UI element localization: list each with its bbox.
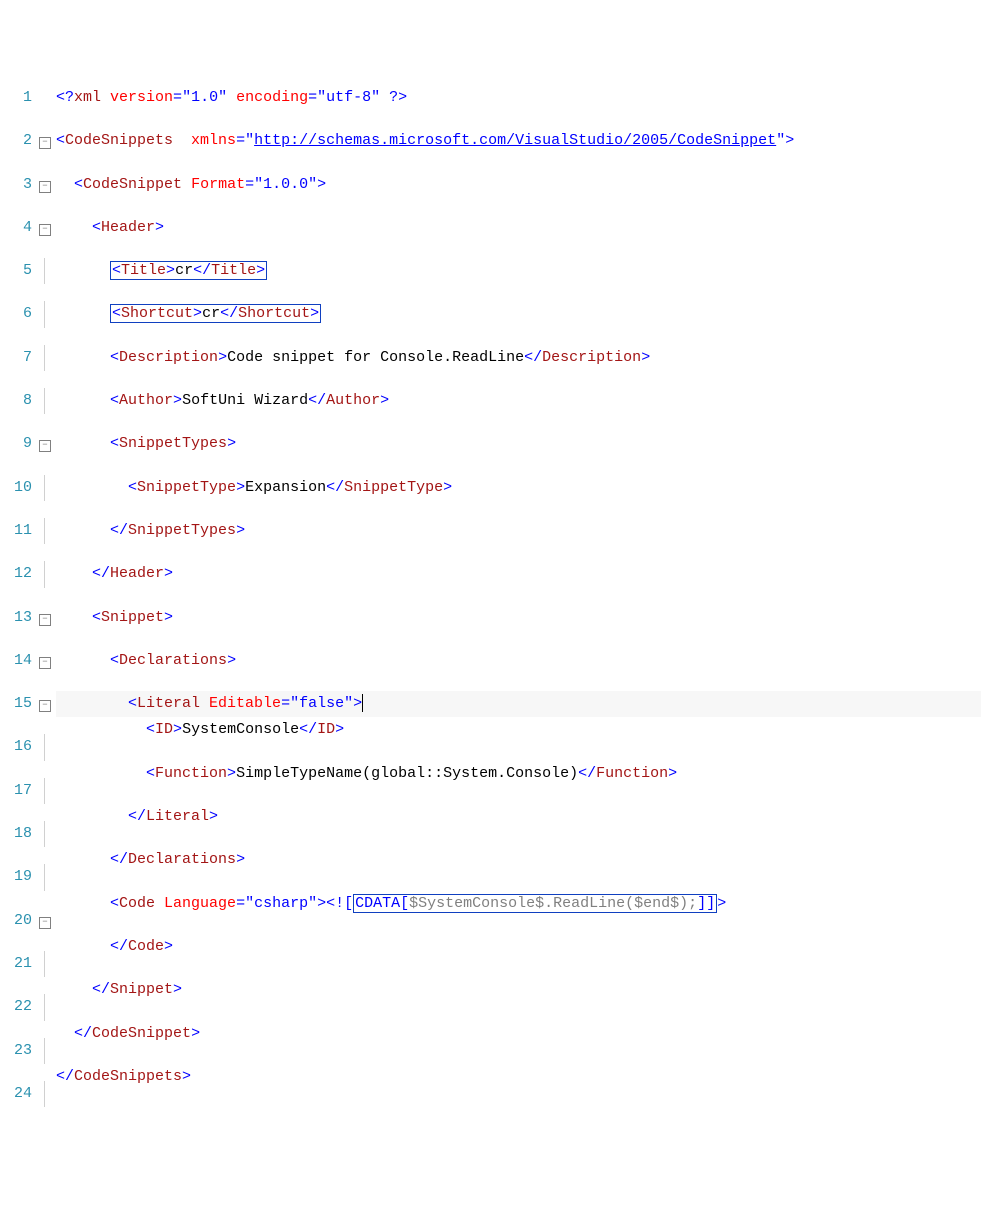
line-number: 7 bbox=[0, 345, 32, 371]
fold-gutter: − − − − − − − − bbox=[38, 68, 52, 1141]
code-line[interactable]: </Header> bbox=[56, 561, 981, 587]
code-line[interactable]: </SnippetTypes> bbox=[56, 518, 981, 544]
fold-toggle-icon[interactable]: − bbox=[39, 224, 51, 236]
code-line[interactable]: <CodeSnippet Format="1.0.0"> bbox=[56, 172, 981, 198]
code-line[interactable]: <Author>SoftUni Wizard</Author> bbox=[56, 388, 981, 414]
code-line[interactable]: <SnippetTypes> bbox=[56, 431, 981, 457]
xmlns-link[interactable]: http://schemas.microsoft.com/VisualStudi… bbox=[254, 132, 776, 149]
line-number: 9 bbox=[0, 431, 32, 457]
highlight-box-title: <Title>cr</Title> bbox=[110, 261, 267, 280]
line-number: 8 bbox=[0, 388, 32, 414]
line-number: 15 bbox=[0, 691, 32, 717]
line-number: 18 bbox=[0, 821, 32, 847]
current-line[interactable]: <Literal Editable="false"> bbox=[56, 691, 981, 717]
code-line[interactable]: <?xml version="1.0" encoding="utf-8" ?> bbox=[56, 85, 981, 111]
fold-toggle-icon[interactable]: − bbox=[39, 137, 51, 149]
text-caret bbox=[362, 694, 363, 712]
line-number-gutter: 1 2 3 4 5 6 7 8 9 10 11 12 13 14 15 16 1… bbox=[0, 68, 38, 1141]
code-line[interactable]: </CodeSnippet> bbox=[56, 1021, 981, 1047]
line-number: 2 bbox=[0, 128, 32, 154]
line-number: 3 bbox=[0, 172, 32, 198]
code-line[interactable]: </Code> bbox=[56, 934, 981, 960]
line-number: 21 bbox=[0, 951, 32, 977]
code-line[interactable]: <Description>Code snippet for Console.Re… bbox=[56, 345, 981, 371]
fold-toggle-icon[interactable]: − bbox=[39, 181, 51, 193]
line-number: 10 bbox=[0, 475, 32, 501]
line-number: 11 bbox=[0, 518, 32, 544]
line-number: 6 bbox=[0, 301, 32, 327]
code-editor: 1 2 3 4 5 6 7 8 9 10 11 12 13 14 15 16 1… bbox=[0, 68, 981, 1141]
fold-toggle-icon[interactable]: − bbox=[39, 700, 51, 712]
line-number: 16 bbox=[0, 734, 32, 760]
highlight-box-shortcut: <Shortcut>cr</Shortcut> bbox=[110, 304, 321, 323]
line-number: 4 bbox=[0, 215, 32, 241]
code-line[interactable]: </Literal> bbox=[56, 804, 981, 830]
fold-toggle-icon[interactable]: − bbox=[39, 440, 51, 452]
code-line[interactable]: <CodeSnippets xmlns="http://schemas.micr… bbox=[56, 128, 981, 154]
line-number: 5 bbox=[0, 258, 32, 284]
code-line[interactable]: <Snippet> bbox=[56, 605, 981, 631]
code-line[interactable]: <Function>SimpleTypeName(global::System.… bbox=[56, 761, 981, 787]
highlight-box-cdata: CDATA[$SystemConsole$.ReadLine($end$);]] bbox=[353, 894, 717, 913]
fold-toggle-icon[interactable]: − bbox=[39, 614, 51, 626]
code-line[interactable]: </CodeSnippets> bbox=[56, 1064, 981, 1090]
line-number: 22 bbox=[0, 994, 32, 1020]
code-line[interactable]: </Snippet> bbox=[56, 977, 981, 1003]
code-line[interactable]: <ID>SystemConsole</ID> bbox=[56, 717, 981, 743]
fold-toggle-icon[interactable]: − bbox=[39, 917, 51, 929]
code-line[interactable]: <Code Language="csharp"><![CDATA[$System… bbox=[56, 891, 981, 917]
code-content[interactable]: <?xml version="1.0" encoding="utf-8" ?> … bbox=[52, 68, 981, 1141]
line-number: 23 bbox=[0, 1038, 32, 1064]
line-number: 24 bbox=[0, 1081, 32, 1107]
line-number: 20 bbox=[0, 908, 32, 934]
line-number: 13 bbox=[0, 605, 32, 631]
line-number: 1 bbox=[0, 85, 32, 111]
code-line[interactable]: </Declarations> bbox=[56, 847, 981, 873]
line-number: 12 bbox=[0, 561, 32, 587]
code-line[interactable]: <Title>cr</Title> bbox=[56, 258, 981, 284]
code-line[interactable]: <Header> bbox=[56, 215, 981, 241]
code-line[interactable]: <Shortcut>cr</Shortcut> bbox=[56, 301, 981, 327]
fold-toggle-icon[interactable]: − bbox=[39, 657, 51, 669]
line-number: 17 bbox=[0, 778, 32, 804]
code-line[interactable]: <Declarations> bbox=[56, 648, 981, 674]
line-number: 19 bbox=[0, 864, 32, 890]
code-line[interactable]: <SnippetType>Expansion</SnippetType> bbox=[56, 475, 981, 501]
line-number: 14 bbox=[0, 648, 32, 674]
